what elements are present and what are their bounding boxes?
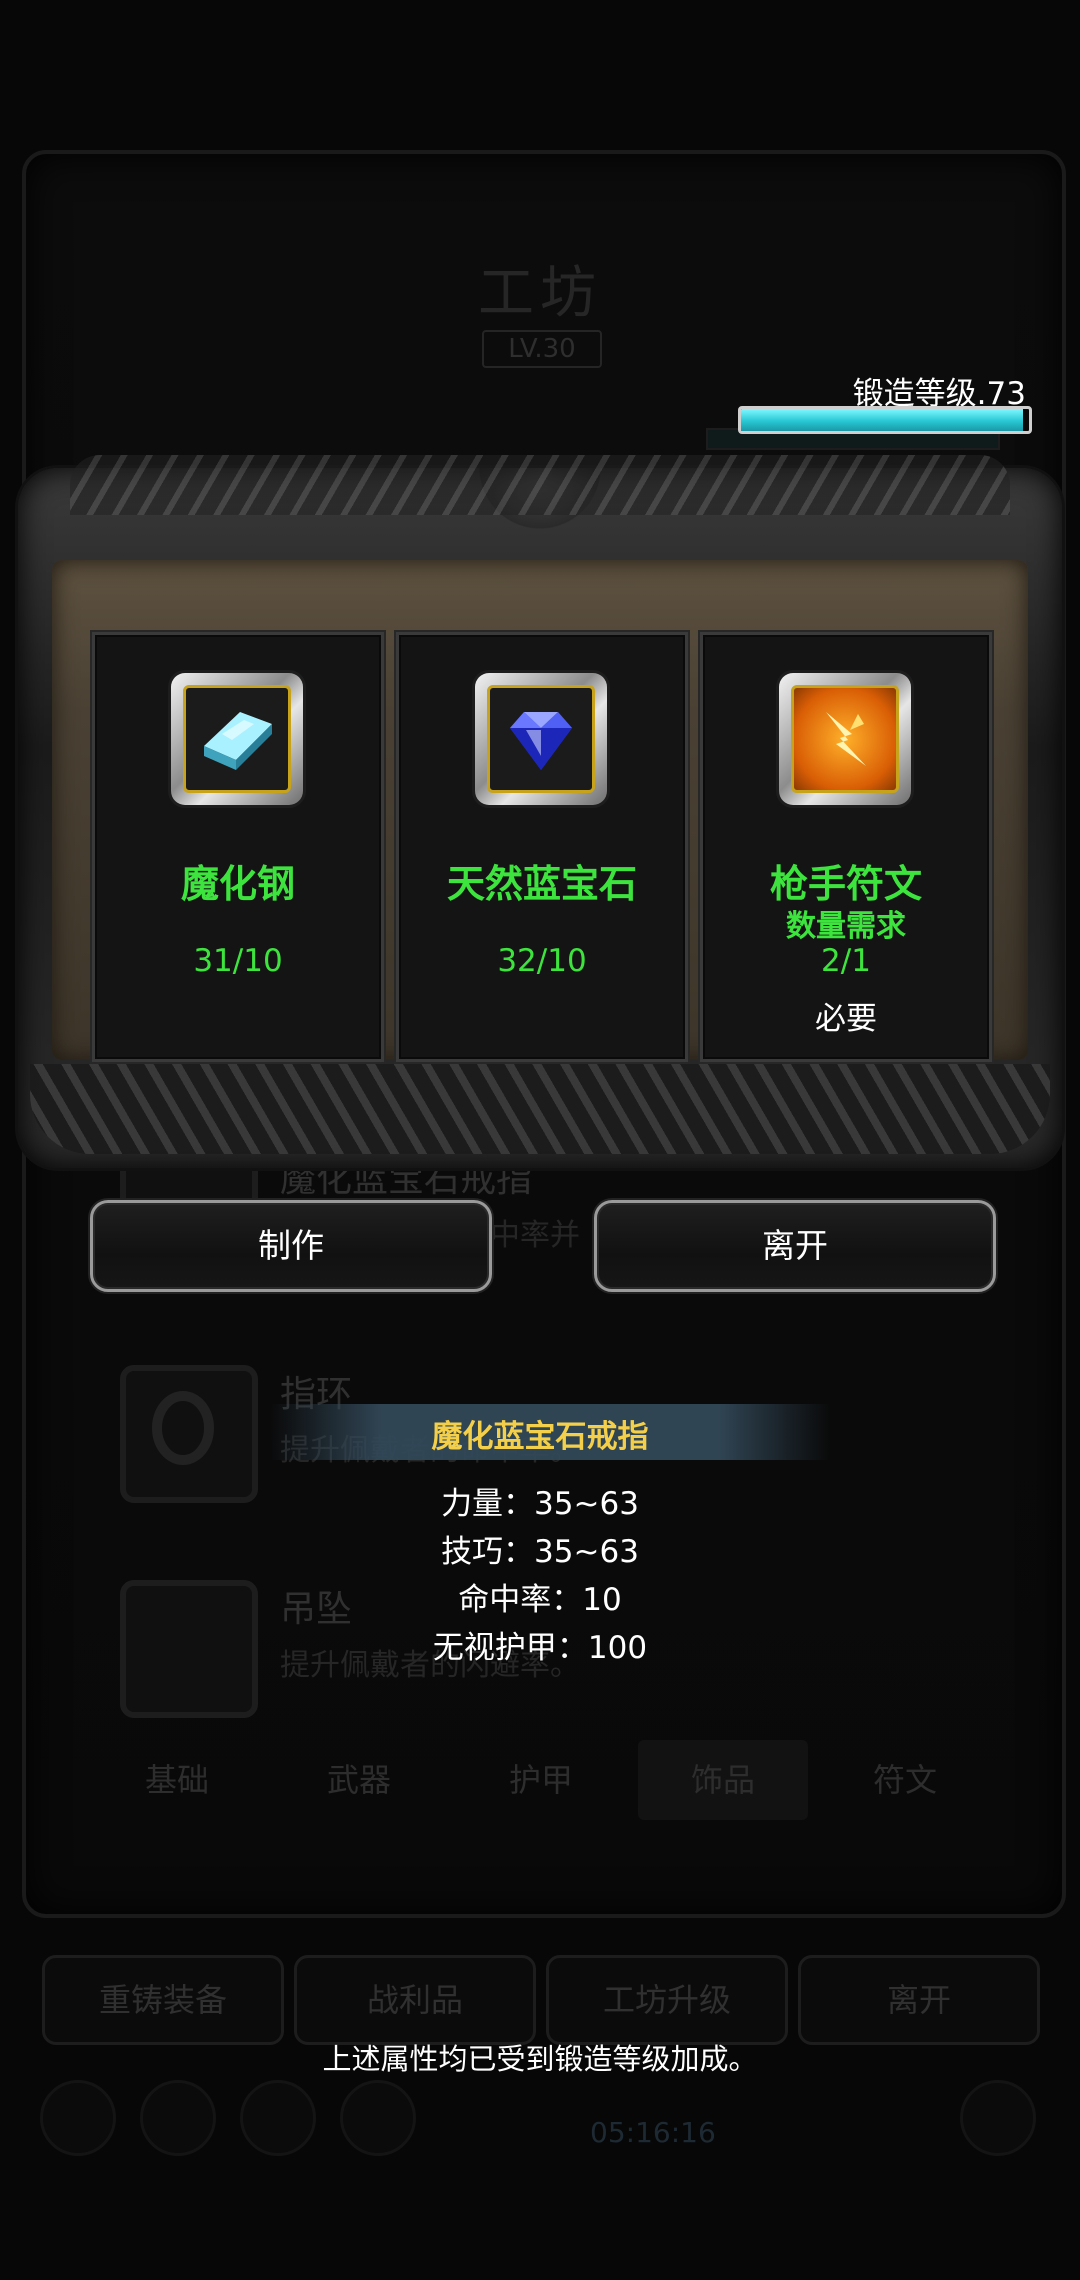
craft-button-label: 制作 — [258, 1226, 324, 1265]
tooltip-stat: 无视护甲：100 — [432, 1630, 648, 1666]
material-card: 魔化钢 31/10 — [92, 632, 384, 1062]
menu-icon[interactable] — [960, 2080, 1036, 2156]
tab-armor[interactable]: 护甲 — [456, 1740, 626, 1820]
forge-level-fill — [741, 409, 1024, 431]
loot-button[interactable]: 战利品 — [294, 1955, 536, 2045]
sapphire-icon — [510, 712, 572, 770]
rune-icon — [826, 712, 866, 766]
material-name: 魔化钢 — [180, 862, 295, 906]
tooltip-stat: 命中率：10 — [458, 1582, 622, 1618]
leave-button-label: 离开 — [762, 1226, 828, 1265]
material-name: 枪手符文 — [769, 862, 922, 906]
material-name: 天然蓝宝石 — [446, 862, 637, 906]
menu-icon[interactable] — [140, 2080, 216, 2156]
material-icon-frame — [171, 673, 303, 805]
menu-icon[interactable] — [240, 2080, 316, 2156]
menu-icon[interactable] — [340, 2080, 416, 2156]
steel-ingot-icon — [204, 712, 272, 770]
menu-icon[interactable] — [40, 2080, 116, 2156]
material-count: 2/1 — [821, 943, 871, 979]
material-card: 枪手符文 数量需求 2/1 必要 — [700, 632, 992, 1062]
leave-button[interactable]: 离开 — [594, 1200, 996, 1292]
material-count: 31/10 — [193, 943, 283, 979]
workshop-title: 工坊 — [478, 261, 602, 326]
category-tabs: 基础 武器 护甲 饰品 符文 — [92, 1740, 992, 1820]
dialog-top-ornament — [70, 455, 1010, 515]
material-quantity-label: 数量需求 — [786, 909, 906, 944]
forge-level-bar — [738, 406, 1032, 434]
tab-rune[interactable]: 符文 — [820, 1740, 990, 1820]
background-leave-button[interactable]: 离开 — [798, 1955, 1040, 2045]
forge-bonus-note: 上述属性均已受到锻造等级加成。 — [322, 2042, 758, 2076]
dialog-bottom-ornament — [30, 1064, 1050, 1154]
material-icon-frame — [779, 673, 911, 805]
material-count: 32/10 — [497, 943, 587, 979]
tooltip-stat: 技巧：35~63 — [441, 1534, 639, 1570]
tab-weapon[interactable]: 武器 — [274, 1740, 444, 1820]
material-required-label: 必要 — [815, 1001, 877, 1037]
clock-readout: 05:16:16 — [590, 2116, 716, 2149]
workshop-level: LV.30 — [482, 330, 602, 368]
reforge-button[interactable]: 重铸装备 — [42, 1955, 284, 2045]
workshop-upgrade-button[interactable]: 工坊升级 — [546, 1955, 788, 2045]
craft-button[interactable]: 制作 — [90, 1200, 492, 1292]
tooltip-title: 魔化蓝宝石戒指 — [431, 1419, 649, 1455]
workshop-screen: 工坊 LV.30 魔化蓝宝石戒指 提升佩戴者的命中率并 指环 提升佩戴者的命中率… — [0, 0, 1080, 2280]
material-icon-frame — [475, 673, 607, 805]
material-card: 天然蓝宝石 32/10 — [396, 632, 688, 1062]
tab-accessory[interactable]: 饰品 — [638, 1740, 808, 1820]
tab-basic[interactable]: 基础 — [92, 1740, 262, 1820]
tooltip-stat: 力量：35~63 — [441, 1486, 639, 1522]
